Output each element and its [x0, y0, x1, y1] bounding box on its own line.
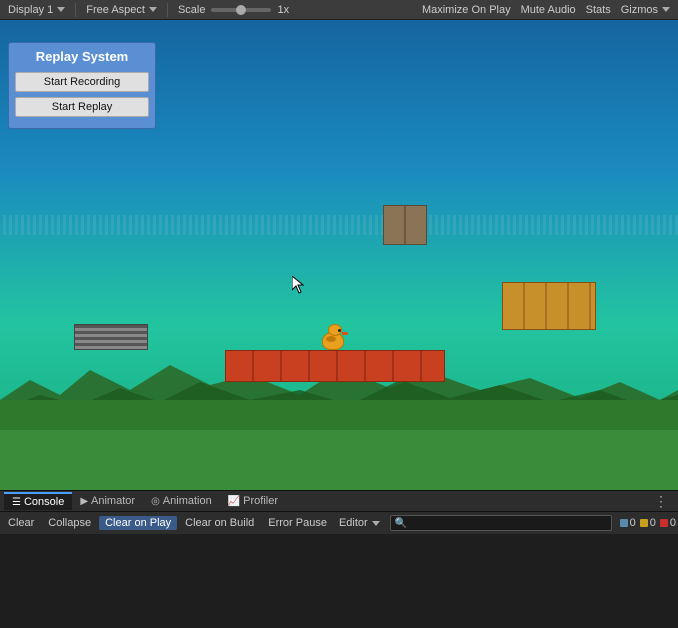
message-badge[interactable]: 0: [620, 517, 636, 529]
wave-lines: [0, 215, 678, 235]
start-replay-button[interactable]: Start Replay: [15, 97, 149, 117]
profiler-tab-label: Profiler: [243, 495, 278, 507]
separator-2: [167, 3, 168, 17]
editor-label: Editor: [339, 517, 368, 529]
search-input[interactable]: [410, 517, 606, 529]
message-count: 0: [630, 517, 636, 529]
mute-audio-btn[interactable]: Mute Audio: [517, 3, 580, 17]
ground-top: [0, 400, 678, 430]
clear-on-build-button[interactable]: Clear on Build: [179, 516, 260, 530]
status-badges: 0 0 0: [620, 517, 676, 529]
duck-wing: [326, 336, 336, 342]
warning-count: 0: [650, 517, 656, 529]
display-chevron-icon: [57, 7, 65, 12]
aspect-label: Free Aspect: [86, 4, 145, 16]
search-box[interactable]: 🔍: [390, 515, 612, 531]
gizmos-chevron-icon: [662, 7, 670, 12]
profiler-icon: 📈: [228, 496, 240, 507]
animator-icon: ▶: [80, 496, 88, 507]
console-icon: ☰: [12, 497, 21, 508]
gizmos-label: Gizmos: [621, 4, 658, 16]
tab-animation[interactable]: ◎ Animation: [143, 493, 220, 509]
bottom-toolbar: Clear Collapse Clear on Play Clear on Bu…: [0, 512, 678, 534]
maximize-on-play-label: Maximize On Play: [422, 4, 511, 16]
warning-dot-icon: [640, 519, 648, 527]
warning-badge[interactable]: 0: [640, 517, 656, 529]
brick-platform: [225, 350, 445, 382]
tab-menu-button[interactable]: ⋮: [648, 491, 674, 512]
scale-value: 1x: [277, 4, 289, 16]
brick-block-right: [502, 282, 596, 330]
replay-panel: Replay System Start Recording Start Repl…: [8, 42, 156, 129]
stats-btn[interactable]: Stats: [582, 3, 615, 17]
aspect-selector[interactable]: Free Aspect: [82, 3, 161, 17]
gizmos-btn[interactable]: Gizmos: [617, 3, 674, 17]
scale-slider[interactable]: [211, 8, 271, 12]
platform-left: [74, 324, 148, 350]
mute-audio-label: Mute Audio: [521, 4, 576, 16]
game-view: Replay System Start Recording Start Repl…: [0, 20, 678, 490]
animator-tab-label: Animator: [91, 495, 135, 507]
stats-label: Stats: [586, 4, 611, 16]
collapse-button[interactable]: Collapse: [42, 516, 97, 530]
replay-panel-title: Replay System: [15, 49, 149, 64]
separator-1: [75, 3, 76, 17]
animation-icon: ◎: [151, 496, 160, 507]
search-icon: 🔍: [395, 518, 407, 529]
tab-profiler[interactable]: 📈 Profiler: [220, 493, 286, 509]
top-bar-right: Maximize On Play Mute Audio Stats Gizmos: [418, 3, 674, 17]
scale-thumb: [236, 5, 246, 15]
clear-button[interactable]: Clear: [2, 516, 40, 530]
animation-tab-label: Animation: [163, 495, 212, 507]
message-dot-icon: [620, 519, 628, 527]
mouse-cursor-icon: [292, 276, 304, 294]
display-selector[interactable]: Display 1: [4, 3, 69, 17]
error-dot-icon: [660, 519, 668, 527]
maximize-on-play-btn[interactable]: Maximize On Play: [418, 3, 515, 17]
start-recording-button[interactable]: Start Recording: [15, 72, 149, 92]
error-pause-button[interactable]: Error Pause: [262, 516, 333, 530]
editor-chevron-icon: [372, 521, 380, 526]
display-label: Display 1: [8, 4, 53, 16]
editor-dropdown[interactable]: Editor: [335, 516, 384, 530]
brick-block-top: [383, 205, 427, 245]
top-bar: Display 1 Free Aspect Scale 1x Maximize …: [0, 0, 678, 20]
aspect-chevron-icon: [149, 7, 157, 12]
clear-on-play-button[interactable]: Clear on Play: [99, 516, 177, 530]
duck-beak: [342, 332, 348, 335]
duck-eye: [338, 329, 341, 332]
tab-console[interactable]: ☰ Console: [4, 492, 72, 510]
console-tab-label: Console: [24, 496, 64, 508]
error-count: 0: [670, 517, 676, 529]
error-badge[interactable]: 0: [660, 517, 676, 529]
tab-animator[interactable]: ▶ Animator: [72, 493, 143, 509]
scale-label: Scale: [178, 4, 206, 16]
duck-character: [320, 322, 348, 350]
bottom-tabs: ☰ Console ▶ Animator ◎ Animation 📈 Profi…: [0, 490, 678, 512]
scale-control[interactable]: Scale 1x: [174, 3, 293, 17]
